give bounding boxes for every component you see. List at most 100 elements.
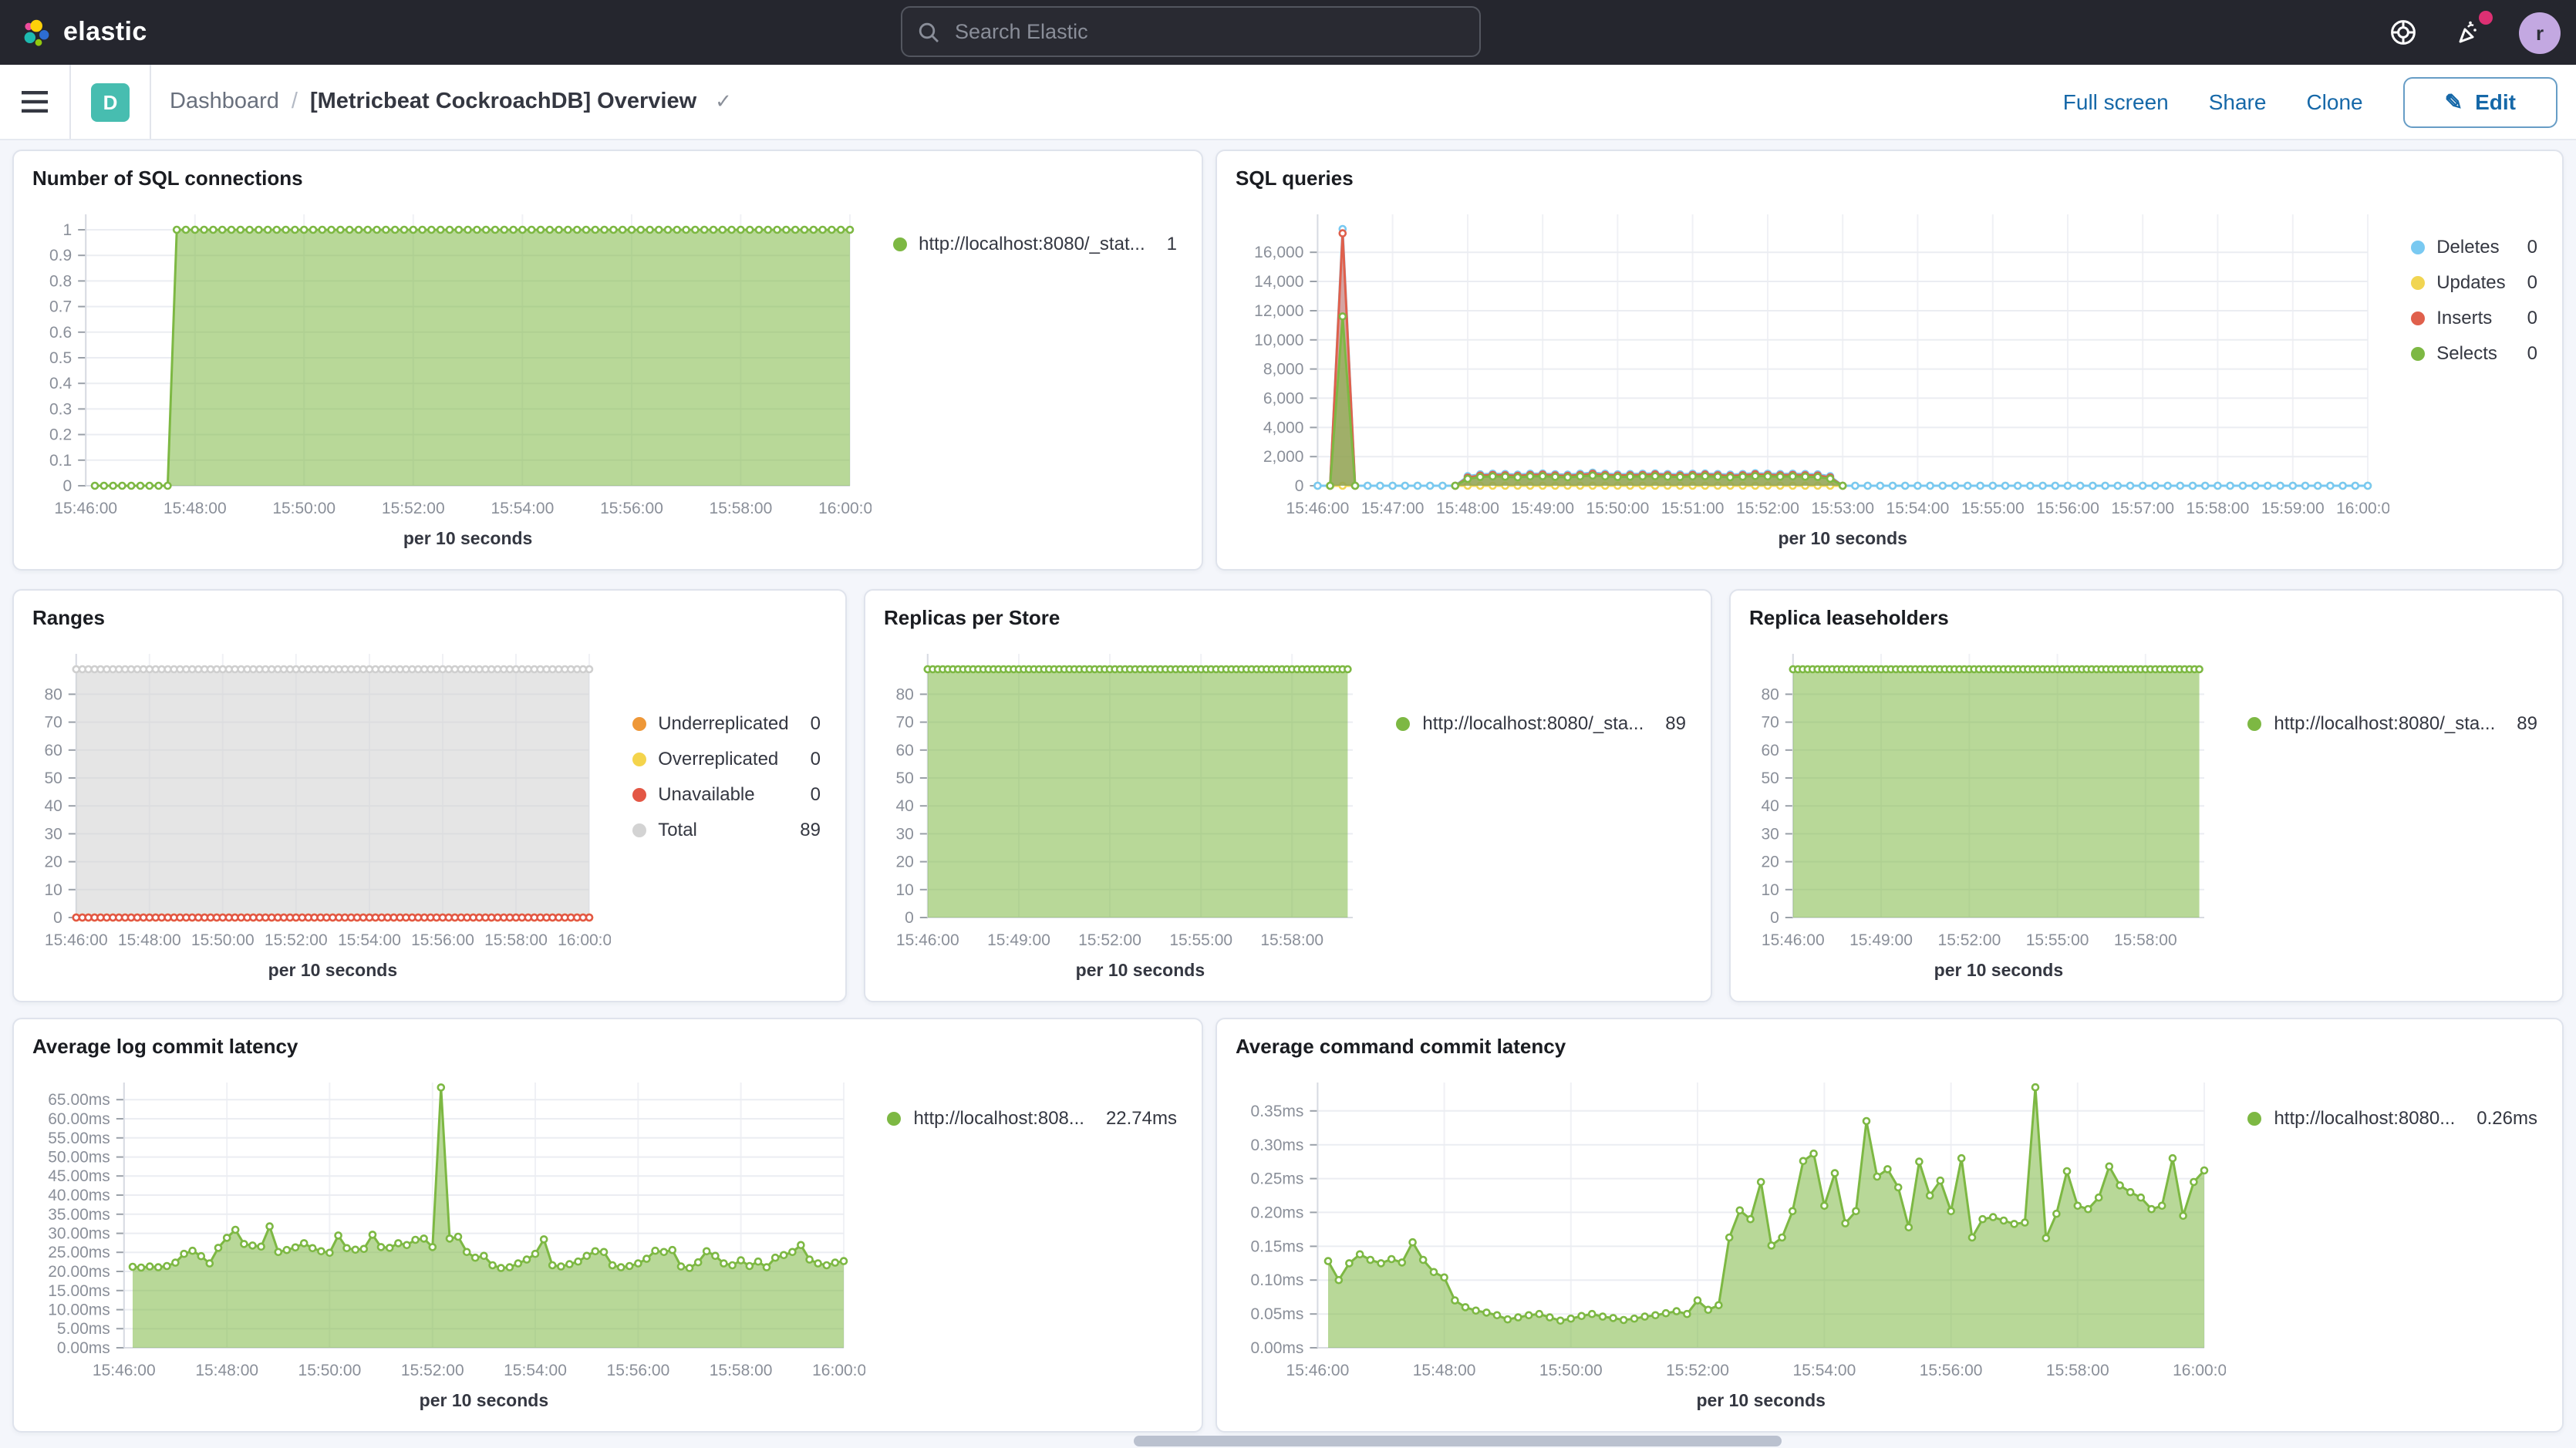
svg-text:50.00ms: 50.00ms [48,1149,110,1167]
legend-series-dot-icon [887,1111,901,1125]
svg-text:15:48:00: 15:48:00 [1413,1362,1476,1379]
svg-text:15:49:00: 15:49:00 [1511,500,1574,517]
svg-text:16:00:00: 16:00:00 [558,931,611,949]
share-button[interactable]: Share [2209,89,2267,114]
svg-text:0.10ms: 0.10ms [1251,1271,1304,1289]
svg-text:15:52:00: 15:52:00 [1736,500,1799,517]
legend-series-dot-icon [2410,346,2424,360]
svg-text:15:48:00: 15:48:00 [195,1362,258,1379]
toolbar-separator [150,65,151,139]
legend-series-label: Underreplicated [658,712,788,734]
legend-series-value: 0 [811,748,821,769]
svg-text:0.05ms: 0.05ms [1251,1305,1304,1323]
horizontal-scrollbar[interactable] [1134,1436,1782,1446]
svg-text:15:46:00: 15:46:00 [93,1362,156,1379]
svg-text:15:57:00: 15:57:00 [2111,500,2174,517]
svg-text:10: 10 [44,881,62,899]
brand-wordmark: elastic [63,17,147,48]
legend-series-dot-icon [632,787,646,801]
legend-item[interactable]: Updates0 [2410,271,2537,293]
legend-item[interactable]: Deletes0 [2410,236,2537,258]
search-input[interactable] [952,19,1464,45]
help-icon[interactable] [2386,15,2420,49]
svg-text:10: 10 [1761,881,1779,899]
svg-text:0.25ms: 0.25ms [1251,1170,1304,1188]
chart-area: 8070605040302010015:46:0015:49:0015:52:0… [884,635,1692,988]
check-icon[interactable]: ✓ [715,89,732,114]
svg-text:80: 80 [895,685,913,703]
panel-title: Ranges [32,606,827,629]
panel-average-command-commit-latency: Average command commit latency0.35ms0.30… [1216,1018,2564,1433]
legend-series-dot-icon [1396,716,1410,730]
legend-item[interactable]: Inserts0 [2410,307,2537,328]
legend-series-value: 0 [2527,271,2537,293]
legend-item[interactable]: http://localhost:808...22.74ms [887,1107,1177,1129]
svg-text:15:50:00: 15:50:00 [298,1362,362,1379]
legend-item[interactable]: http://localhost:8080...0.26ms [2247,1107,2537,1129]
clone-button[interactable]: Clone [2306,89,2362,114]
svg-text:60: 60 [1761,742,1779,759]
svg-text:65.00ms: 65.00ms [48,1091,110,1109]
svg-text:0.7: 0.7 [49,298,72,316]
svg-text:1: 1 [63,221,72,239]
legend-series-dot-icon [2410,275,2424,289]
chart-canvas: 8070605040302010015:46:0015:49:0015:52:0… [884,635,1374,988]
svg-text:per 10 seconds: per 10 seconds [268,960,397,980]
svg-text:15:56:00: 15:56:00 [2036,500,2099,517]
menu-icon[interactable] [22,91,48,113]
elastic-brand[interactable]: elastic [0,17,147,48]
svg-text:0.5: 0.5 [49,349,72,367]
legend-series-label: http://localhost:8080/_stat... [919,233,1145,254]
edit-button[interactable]: ✎ Edit [2403,76,2557,127]
legend-item[interactable]: Underreplicated0 [632,712,821,734]
chart-area: 8070605040302010015:46:0015:48:0015:50:0… [32,635,827,988]
panel-row: Ranges8070605040302010015:46:0015:48:001… [12,589,2564,1002]
svg-text:40: 40 [895,797,913,815]
svg-text:25.00ms: 25.00ms [48,1244,110,1261]
timeseries-chart: 10.90.80.70.60.50.40.30.20.1015:46:0015:… [32,196,871,557]
legend-item[interactable]: Overreplicated0 [632,748,821,769]
chart-legend: http://localhost:8080/_stat...1 [871,196,1183,268]
legend-item[interactable]: http://localhost:8080/_sta...89 [2247,712,2537,734]
global-search[interactable] [901,6,1481,57]
svg-text:15:50:00: 15:50:00 [1539,1362,1603,1379]
svg-text:40: 40 [44,797,62,815]
dashboard-badge[interactable]: D [91,83,130,121]
chart-area: 16,00014,00012,00010,0008,0006,0004,0002… [1236,196,2544,557]
svg-text:60: 60 [44,742,62,759]
legend-item[interactable]: http://localhost:8080/_stat...1 [892,233,1177,254]
top-navbar: elastic [0,0,2576,65]
svg-text:15:56:00: 15:56:00 [411,931,474,949]
svg-text:20: 20 [1761,854,1779,871]
legend-item[interactable]: http://localhost:8080/_sta...89 [1396,712,1686,734]
toolbar-actions: Full screen Share Clone ✎ Edit [2063,76,2557,127]
chart-area: 10.90.80.70.60.50.40.30.20.1015:46:0015:… [32,196,1183,557]
svg-text:0.35ms: 0.35ms [1251,1103,1304,1120]
svg-text:15:46:00: 15:46:00 [1286,500,1350,517]
news-icon[interactable] [2453,15,2487,49]
chart-legend: http://localhost:8080/_sta...89 [2226,635,2544,748]
full-screen-button[interactable]: Full screen [2063,89,2169,114]
legend-item[interactable]: Total89 [632,819,821,840]
user-avatar[interactable]: r [2519,12,2561,53]
legend-series-dot-icon [632,752,646,766]
svg-text:50: 50 [1761,769,1779,787]
svg-text:55.00ms: 55.00ms [48,1130,110,1147]
svg-text:15:46:00: 15:46:00 [896,931,959,949]
legend-item[interactable]: Unavailable0 [632,783,821,805]
legend-series-label: http://localhost:8080/_sta... [2274,712,2495,734]
chart-legend: http://localhost:8080/_sta...89 [1374,635,1692,748]
breadcrumb-dashboard-link[interactable]: Dashboard [170,89,279,114]
svg-text:15:54:00: 15:54:00 [504,1362,567,1379]
legend-series-dot-icon [632,823,646,837]
dashboard-grid: Number of SQL connections10.90.80.70.60.… [0,140,2576,1433]
chart-canvas: 65.00ms60.00ms55.00ms50.00ms45.00ms40.00… [32,1064,865,1419]
svg-text:15:48:00: 15:48:00 [164,500,227,517]
panel-title: Replicas per Store [884,606,1692,629]
panel-sql-queries: SQL queries16,00014,00012,00010,0008,000… [1216,150,2564,571]
svg-text:0.4: 0.4 [49,375,72,392]
legend-item[interactable]: Selects0 [2410,342,2537,364]
svg-text:60.00ms: 60.00ms [48,1110,110,1128]
legend-series-label: Total [658,819,697,840]
svg-text:16:00:00: 16:00:00 [812,1362,865,1379]
